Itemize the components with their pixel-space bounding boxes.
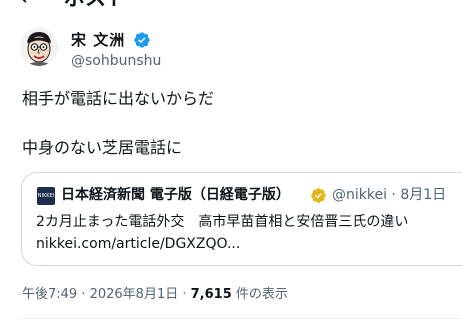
divider: [20, 318, 462, 319]
gold-verified-icon: [311, 188, 326, 203]
author-name[interactable]: 宋 文洲: [71, 31, 125, 49]
tweet-text-line: 中身のない芝居電話に: [22, 138, 183, 157]
arrow-left-icon[interactable]: ←: [20, 0, 38, 10]
avatar-illustration: [20, 28, 58, 66]
card-handle-date[interactable]: @nikkei · 8月1日: [332, 186, 446, 204]
view-count: 7,615: [190, 287, 232, 302]
nikkei-logo: NIKKEI: [37, 187, 55, 205]
view-count-label: 件の表示: [231, 287, 288, 302]
post-meta: 午後7:49 · 2026年8月1日 · 7,615 件の表示: [22, 286, 288, 304]
post-timestamp[interactable]: 午後7:49 · 2026年8月1日 ·: [22, 287, 191, 302]
tweet-text-line: 相手が電話に出ないからだ: [22, 89, 215, 108]
page-title: ポスト: [64, 0, 127, 10]
card-source-name: 日本経済新聞 電子版（日経電子版）: [61, 187, 290, 203]
avatar[interactable]: [20, 28, 58, 66]
card-headline: 2カ月止まった電話外交 高市早苗首相と安倍晋三氏の違い: [36, 214, 409, 230]
card-link-url[interactable]: nikkei.com/article/DGXZQO...: [36, 235, 240, 253]
top-bar: ← ポスト: [0, 0, 462, 14]
verified-check-icon: [134, 32, 150, 48]
author-handle[interactable]: @sohbunshu: [71, 52, 161, 70]
